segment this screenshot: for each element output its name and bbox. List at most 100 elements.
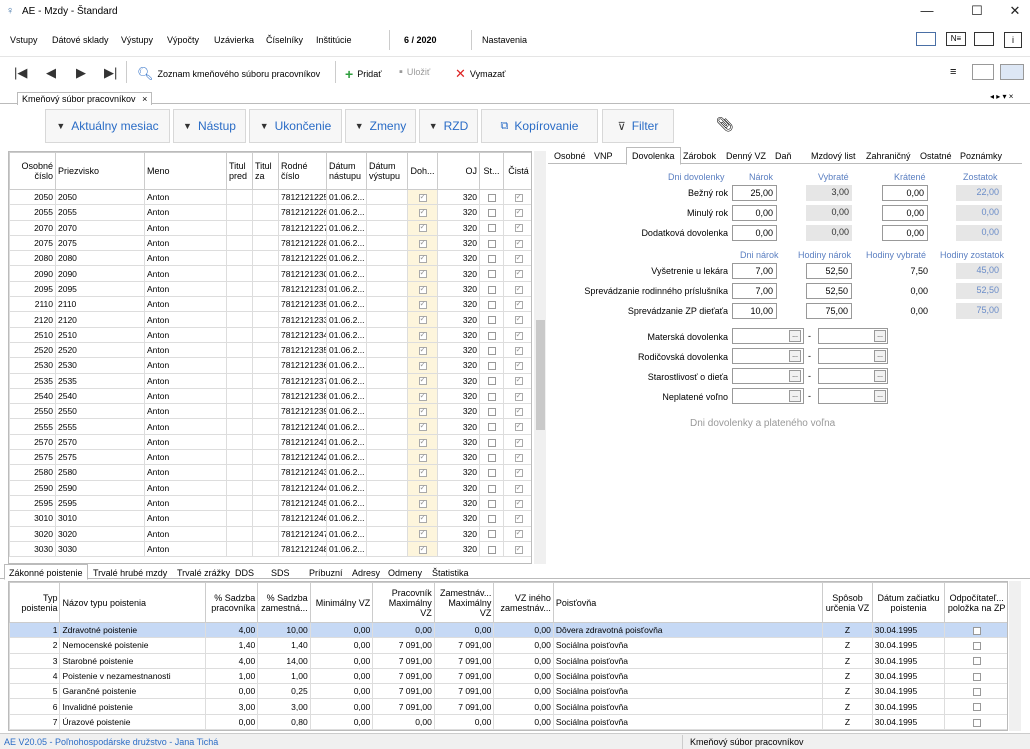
grid-cell[interactable] — [226, 188, 253, 206]
checkbox[interactable] — [418, 452, 427, 462]
insurance-cell[interactable]: 7 091,00 — [433, 667, 495, 685]
checkbox[interactable] — [487, 469, 496, 478]
checkbox[interactable] — [972, 703, 981, 712]
insurance-cell[interactable]: Z — [822, 667, 873, 685]
grid-cell[interactable]: 320 — [437, 464, 480, 481]
grid-cell[interactable]: 01.06.2... — [326, 418, 367, 435]
grid-cell[interactable] — [503, 234, 531, 252]
checkbox[interactable] — [972, 718, 981, 727]
insurance-cell[interactable] — [944, 698, 1007, 715]
grid-cell[interactable] — [407, 418, 438, 435]
grid-cell[interactable]: 2550 — [9, 403, 56, 420]
tab-denny-vz[interactable]: Denný VZ — [726, 151, 766, 161]
checkbox[interactable] — [972, 626, 981, 635]
grid-cell[interactable] — [407, 234, 438, 252]
grid-cell[interactable]: 320 — [437, 311, 480, 328]
grid-cell[interactable]: 2110 — [9, 296, 56, 313]
grid-cell[interactable]: Anton — [144, 418, 227, 435]
insurance-cell[interactable]: Sociálna poisťovňa — [552, 637, 824, 654]
paid-leave-hours-input[interactable]: 52,50 — [806, 263, 852, 279]
paid-leave-hours-input[interactable]: 52,50 — [806, 283, 852, 299]
menu-vypocty[interactable]: Výpočty — [167, 35, 199, 45]
grid-cell[interactable]: 320 — [437, 250, 480, 267]
grid-cell[interactable]: 01.06.2... — [326, 188, 367, 206]
grid-cell[interactable]: 7812121227 — [278, 219, 327, 236]
grid-cell[interactable] — [503, 311, 531, 328]
checkbox[interactable] — [514, 437, 523, 447]
insurance-cell[interactable]: 0,00 — [493, 637, 554, 654]
grid-cell[interactable] — [226, 250, 253, 267]
insurance-cell[interactable]: Úrazové poistenie — [59, 713, 206, 730]
checkbox[interactable] — [514, 314, 523, 325]
grid-cell[interactable]: 01.06.2... — [326, 494, 367, 512]
checkbox[interactable] — [972, 672, 981, 681]
grid-cell[interactable] — [366, 372, 408, 389]
grid-cell[interactable]: Anton — [144, 280, 227, 298]
grid-cell[interactable] — [226, 357, 253, 374]
insurance-cell[interactable]: 30.04.1995 — [871, 621, 946, 639]
grid-cell[interactable] — [366, 494, 408, 512]
checkbox[interactable] — [514, 238, 523, 248]
grid-cell[interactable]: 01.06.2... — [326, 357, 367, 374]
grid-cell[interactable]: 2535 — [55, 372, 145, 389]
table-row[interactable]: 7 Úrazové poistenie 0,00 0,80 0,00 0,00 0,00 0,… — [9, 713, 1007, 730]
checkbox[interactable] — [418, 314, 427, 325]
grid-cell[interactable] — [479, 479, 504, 496]
grid-cell[interactable]: 2570 — [9, 433, 56, 451]
grid-cell[interactable] — [479, 250, 504, 267]
grid-cell[interactable] — [503, 510, 531, 527]
grid-cell[interactable]: 2090 — [9, 265, 56, 282]
grid-cell[interactable] — [252, 341, 279, 359]
tab-employee-file[interactable]: Kmeňový súbor pracovníkov × — [17, 92, 153, 105]
grid-cell[interactable] — [366, 280, 408, 298]
grid-cell[interactable]: 7812121230 — [278, 265, 327, 282]
grid-cell[interactable]: Anton — [144, 464, 227, 481]
grid-cell[interactable]: Anton — [144, 265, 227, 282]
tab-odmeny[interactable]: Odmeny — [388, 568, 422, 578]
grid-cell[interactable]: 320 — [437, 219, 480, 236]
insurance-cell[interactable]: Invalidné poistenie — [59, 698, 206, 715]
grid-column-header[interactable]: Titul pred — [226, 152, 253, 190]
checkbox[interactable] — [418, 513, 427, 524]
grid-cell[interactable]: 7812121236 — [278, 357, 327, 374]
table-row[interactable]: 30303030Anton781212124801.06.2...320 — [9, 540, 531, 558]
grid-cell[interactable]: 2075 — [55, 234, 145, 252]
grid-cell[interactable]: 01.06.2... — [326, 234, 367, 252]
grid-cell[interactable] — [503, 341, 531, 359]
checkbox[interactable] — [487, 316, 496, 325]
table-row[interactable]: 20802080Anton781212122901.06.2...320 — [9, 250, 531, 267]
grid-cell[interactable] — [366, 449, 408, 466]
grid-cell[interactable]: 320 — [437, 525, 480, 542]
insurance-cell[interactable]: 0,00 — [493, 683, 554, 700]
grid-cell[interactable] — [366, 204, 408, 221]
grid-column-header[interactable]: Priezvisko — [55, 152, 145, 190]
grid-cell[interactable] — [407, 296, 438, 313]
date-picker-button[interactable]: ... — [874, 330, 886, 342]
grid-cell[interactable] — [479, 449, 504, 466]
grid-column-header[interactable]: Meno — [144, 152, 227, 190]
insurance-cell[interactable] — [944, 652, 1007, 669]
insurance-cell[interactable]: 7 091,00 — [372, 637, 435, 654]
insurance-cell[interactable]: Garančné poistenie — [59, 683, 206, 700]
grid-cell[interactable]: 320 — [437, 449, 480, 466]
grid-cell[interactable] — [479, 372, 504, 389]
insurance-cell[interactable] — [944, 667, 1007, 685]
grid-cell[interactable]: Anton — [144, 341, 227, 359]
grid-cell[interactable]: 7812121248 — [278, 540, 327, 558]
grid-cell[interactable]: 2580 — [9, 464, 56, 481]
grid-column-header[interactable]: Dátum nástupu — [326, 152, 367, 190]
checkbox[interactable] — [418, 498, 427, 508]
grid-cell[interactable] — [479, 525, 504, 542]
grid-cell[interactable] — [503, 265, 531, 282]
insurance-cell[interactable]: 0,00 — [309, 713, 374, 730]
tab-zahranicny[interactable]: Zahraničný — [866, 151, 911, 161]
grid-cell[interactable] — [226, 540, 253, 558]
grid-cell[interactable]: 01.06.2... — [326, 204, 367, 221]
insurance-cell[interactable]: 0,00 — [433, 621, 495, 639]
grid-cell[interactable]: 320 — [437, 433, 480, 451]
table-row[interactable]: 20902090Anton781212123001.06.2...320 — [9, 265, 531, 282]
grid-cell[interactable]: 01.06.2... — [326, 433, 367, 451]
insurance-cell[interactable]: 0,00 — [493, 667, 554, 685]
checkbox[interactable] — [418, 375, 427, 386]
grid-cell[interactable]: 01.06.2... — [326, 510, 367, 527]
